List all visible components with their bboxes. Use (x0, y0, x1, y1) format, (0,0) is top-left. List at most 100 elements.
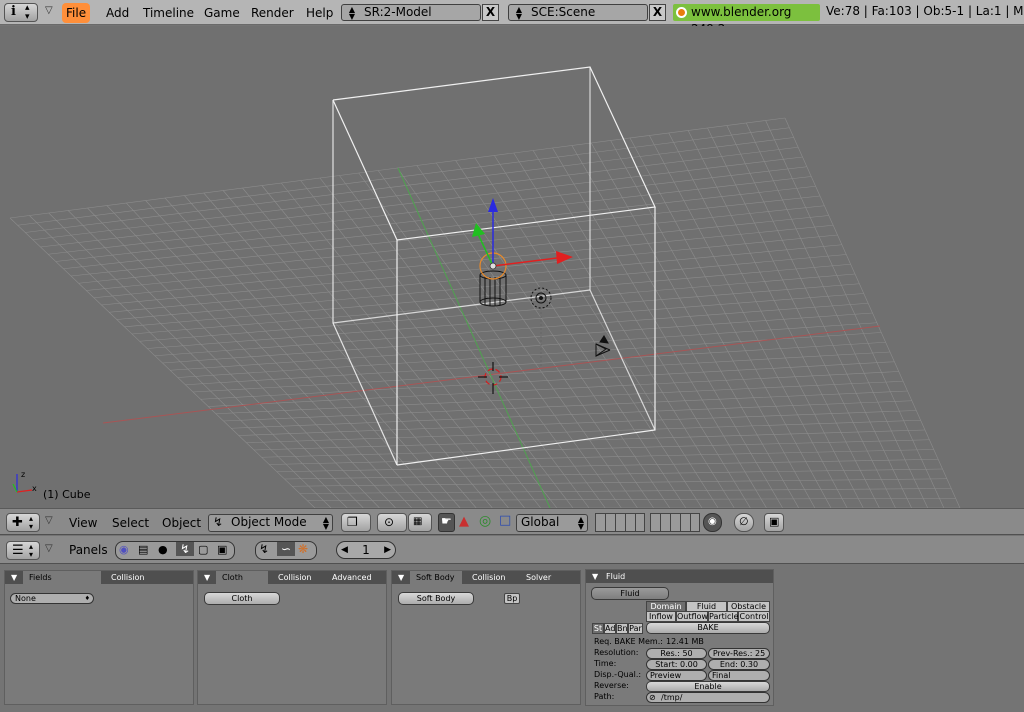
lock-icon: ◉ (708, 516, 717, 527)
screen-selector[interactable]: ▲ ▼ SR:2-Model (341, 4, 481, 21)
render-preview-button[interactable]: ▣ (764, 513, 784, 532)
viewport-canvas[interactable] (0, 26, 1024, 508)
menu-select[interactable]: Select (112, 516, 149, 530)
scene-stats: Ve:78 | Fa:103 | Ob:5-1 | La:1 | M (826, 4, 1024, 18)
path-value: /tmp/ (661, 693, 683, 702)
panel-collapse-icon[interactable]: ▼ (592, 570, 598, 583)
fluid-tab-settings[interactable]: St (592, 623, 604, 634)
tab-cloth[interactable]: Cloth (216, 571, 268, 584)
preview-value: Preview (650, 671, 682, 680)
panel-collapse-icon[interactable]: ▼ (204, 571, 210, 584)
menu-add[interactable]: Add (102, 3, 133, 23)
draw-type-button[interactable]: ❐ (341, 513, 371, 532)
tab-advanced[interactable]: Advanced (326, 571, 378, 584)
reverse-enable-toggle[interactable]: Enable (646, 681, 770, 692)
scene-delete-button[interactable]: X (649, 4, 666, 21)
tab-soft-body[interactable]: Soft Body (410, 571, 462, 584)
updown-arrows-icon: ▲ ▼ (322, 515, 329, 531)
editor-type-button[interactable]: i ▴ ▾ (4, 3, 38, 22)
snap-button[interactable]: ∅ (734, 513, 754, 532)
translate-icon[interactable]: ▲ (459, 514, 469, 529)
orientation-dropdown[interactable]: Global ▲ ▼ (516, 514, 588, 532)
fluid-tab-advanced[interactable]: Ad (604, 623, 616, 634)
panels-menu[interactable]: Panels (69, 543, 108, 557)
mode-dropdown[interactable]: ↯ Object Mode ▲ ▼ (208, 514, 333, 532)
start-value: Start: 0.00 (655, 660, 698, 669)
cube-icon: ❐ (347, 515, 358, 529)
panel-collapse-icon[interactable]: ▼ (398, 571, 404, 584)
3d-viewport[interactable]: z x (1) Cube (0, 26, 1024, 508)
sub-context-buttons[interactable]: ↯ ∽ ❋ (255, 541, 317, 560)
lock-layer-button[interactable]: ◉ (703, 513, 722, 532)
grid-icon: ▦ (413, 516, 423, 527)
layer-button[interactable]: ▦ (408, 513, 432, 532)
softbody-panel: ▼ Soft Body Collision Solver Soft Body B… (391, 570, 581, 705)
fluid-bake-button[interactable]: BAKE (646, 622, 770, 634)
menu-file[interactable]: File (62, 3, 91, 23)
rotate-icon[interactable]: ◎ (479, 513, 491, 529)
collapse-menu-icon[interactable]: ▽ (45, 543, 53, 554)
panel-collapse-icon[interactable]: ▼ (11, 571, 17, 584)
path-field[interactable]: ⊘ /tmp/ (646, 692, 770, 703)
softbody-bp-button[interactable]: Bp (504, 593, 520, 604)
resolution-field[interactable]: Res.: 50 (646, 648, 707, 659)
physics-icon: ∽ (277, 542, 295, 556)
frame-number-field[interactable]: ◀ 1 ▶ (336, 541, 396, 559)
folder-icon[interactable]: ⊘ (649, 693, 656, 703)
layer-buttons-1[interactable] (595, 513, 645, 532)
cloth-enable-button[interactable]: Cloth (204, 592, 280, 605)
preview-quality-dropdown[interactable]: Preview (646, 670, 707, 681)
final-quality-dropdown[interactable]: Final (708, 670, 770, 681)
collapse-menu-icon[interactable]: ▽ (45, 5, 53, 16)
collapse-menu-icon[interactable]: ▽ (45, 515, 53, 526)
manipulator-toggle[interactable]: ☛ (438, 513, 455, 532)
menu-help[interactable]: Help (302, 3, 337, 23)
blender-url-link[interactable]: www.blender.org 249.2 (673, 4, 820, 36)
end-value: End: 0.30 (719, 660, 759, 669)
context-buttons[interactable]: ◉ ▤ ● ↯ ▢ ▣ (115, 541, 235, 560)
fluid-type-particle[interactable]: Particle (708, 611, 739, 622)
start-time-field[interactable]: Start: 0.00 (646, 659, 707, 670)
updown-arrows-icon: ▲ ▼ (515, 5, 523, 21)
preview-resolution-field[interactable]: Prev-Res.: 25 (708, 648, 770, 659)
buttons-window-header: ☰ ▴ ▾ ▽ Panels ◉ ▤ ● ↯ ▢ ▣ ↯ ∽ ❋ ◀ 1 ▶ (0, 536, 1024, 564)
editor-type-button[interactable]: ✚ ▴ ▾ (6, 513, 40, 532)
layer-buttons-2[interactable] (650, 513, 700, 532)
screen-delete-button[interactable]: X (482, 4, 499, 21)
fluid-type-inflow[interactable]: Inflow (646, 611, 676, 622)
menu-timeline[interactable]: Timeline (139, 3, 198, 23)
fluid-tab-boundary[interactable]: Bn (616, 623, 628, 634)
editor-type-button[interactable]: ☰ ▴ ▾ (6, 541, 40, 560)
end-time-field[interactable]: End: 0.30 (708, 659, 770, 670)
pivot-icon: ⊙ (384, 515, 395, 529)
tab-fields[interactable]: Fields (23, 571, 101, 584)
fluid-type-outflow[interactable]: Outflow (676, 611, 708, 622)
camera-object (595, 335, 611, 357)
tab-collision[interactable]: Collision (105, 571, 151, 584)
active-object-label: (1) Cube (43, 488, 91, 501)
field-type-dropdown[interactable]: None ♦ (10, 593, 94, 604)
axis-x-label: x (32, 484, 37, 493)
menu-object[interactable]: Object (162, 516, 201, 530)
softbody-enable-button[interactable]: Soft Body (398, 592, 474, 605)
menu-view[interactable]: View (69, 516, 97, 530)
screen-name: SR:2-Model (364, 5, 432, 19)
scene-name: SCE:Scene (531, 5, 596, 19)
menu-game[interactable]: Game (200, 3, 244, 23)
fluid-enable-button[interactable]: Fluid (591, 587, 669, 600)
viewport-header: ✚ ▴ ▾ ▽ View Select Object ↯ Object Mode … (0, 508, 1024, 535)
scale-icon[interactable]: □ (499, 513, 511, 528)
fluid-type-control[interactable]: Control (738, 611, 770, 622)
tab-collision[interactable]: Collision (466, 571, 512, 584)
tab-fluid[interactable]: Fluid (600, 570, 631, 583)
mode-value: Object Mode (231, 515, 307, 529)
pivot-button[interactable]: ⊙ (377, 513, 407, 532)
tab-collision[interactable]: Collision (272, 571, 318, 584)
menu-render[interactable]: Render (247, 3, 298, 23)
scene-selector[interactable]: ▲ ▼ SCE:Scene (508, 4, 648, 21)
script-icon: ▤ (138, 543, 149, 556)
display-quality-label: Disp.-Qual.: (594, 670, 642, 679)
tab-solver[interactable]: Solver (520, 571, 557, 584)
fluid-tab-particle[interactable]: Par (628, 623, 643, 634)
frame-value: 1 (362, 543, 370, 557)
